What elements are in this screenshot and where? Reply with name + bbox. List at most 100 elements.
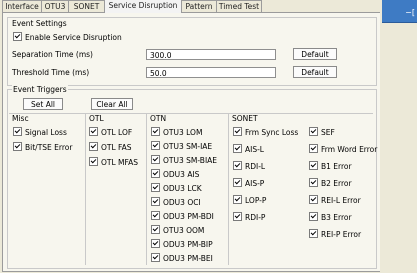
otu3-sm-biae-checkbox[interactable]: OTU3 SM-BIAE: [151, 155, 217, 165]
check-icon: [309, 195, 318, 204]
checkbox-label: OTU3 OOM: [163, 226, 205, 235]
otn-sonet-divider: [228, 113, 229, 265]
tab-interface[interactable]: Interface: [2, 0, 42, 12]
check-icon: [309, 161, 318, 170]
separation-time-input[interactable]: 300.0: [146, 49, 276, 60]
trigger-header-divider: [9, 113, 373, 114]
event-triggers-heading: Event Triggers: [12, 85, 68, 94]
check-icon: [233, 195, 242, 204]
checkbox-label: B2 Error: [321, 179, 352, 188]
side-panel: [380, 0, 417, 273]
enable-service-disruption-checkbox[interactable]: Enable Service Disruption: [13, 32, 122, 42]
checkbox-label: OTL FAS: [101, 143, 132, 152]
otl-fas-checkbox[interactable]: OTL FAS: [89, 142, 132, 152]
sonet-heading: SONET: [232, 114, 258, 123]
otl-mfas-checkbox[interactable]: OTL MFAS: [89, 157, 138, 167]
checkbox-label: B3 Error: [321, 213, 352, 222]
check-icon: [309, 229, 318, 238]
checkbox-label: ODU3 PM-BEI: [163, 254, 213, 263]
checkbox-label: OTU3 SM-BIAE: [163, 156, 218, 165]
service-disruption-panel: Event Settings Enable Service Disruption…: [2, 12, 381, 272]
odu3-pm-bei-checkbox[interactable]: ODU3 PM-BEI: [151, 253, 213, 263]
check-icon: [233, 212, 242, 221]
check-icon: [309, 127, 318, 136]
separation-default-button[interactable]: Default: [293, 48, 337, 60]
b2-error-checkbox[interactable]: B2 Error: [309, 178, 352, 188]
ais-l-checkbox[interactable]: AIS-L: [233, 144, 264, 154]
check-icon: [151, 141, 160, 150]
checkbox-label: RDI-L: [245, 162, 266, 171]
otl-heading: OTL: [89, 114, 104, 123]
checkbox-label: ODU3 LCK: [163, 184, 202, 193]
frm-sync-loss-checkbox[interactable]: Frm Sync Loss: [233, 127, 298, 137]
checkbox-label: AIS-L: [245, 145, 264, 154]
threshold-default-button[interactable]: Default: [293, 66, 337, 78]
odu3-oci-checkbox[interactable]: ODU3 OCI: [151, 197, 201, 207]
checkbox-label: REI-P Error: [321, 230, 362, 239]
odu3-pm-bdi-checkbox[interactable]: ODU3 PM-BDI: [151, 211, 214, 221]
otl-lof-checkbox[interactable]: OTL LOF: [89, 127, 132, 137]
lop-p-checkbox[interactable]: LOP-P: [233, 195, 266, 205]
otl-otn-divider: [146, 113, 147, 265]
checkbox-label: Bit/TSE Error: [25, 143, 73, 152]
check-icon: [89, 157, 98, 166]
event-settings-heading: Event Settings: [12, 19, 67, 28]
check-icon: [151, 169, 160, 178]
tab-otu3[interactable]: OTU3: [41, 0, 69, 12]
rei-p-error-checkbox[interactable]: REI-P Error: [309, 229, 361, 239]
rdi-l-checkbox[interactable]: RDI-L: [233, 161, 265, 171]
clear-all-button[interactable]: Clear All: [91, 98, 133, 110]
misc-otl-divider: [85, 113, 86, 265]
check-icon: [151, 127, 160, 136]
signal-loss-checkbox[interactable]: Signal Loss: [13, 127, 67, 137]
set-all-button[interactable]: Set All: [23, 98, 63, 110]
checkbox-label: SEF: [321, 128, 335, 137]
otu3-lom-checkbox[interactable]: OTU3 LOM: [151, 127, 202, 137]
checkbox-label: Frm Word Error: [321, 145, 378, 154]
bit-tse-error-checkbox[interactable]: Bit/TSE Error: [13, 142, 72, 152]
sef-checkbox[interactable]: SEF: [309, 127, 335, 137]
check-icon: [151, 155, 160, 164]
otn-heading: OTN: [150, 114, 167, 123]
rdi-p-checkbox[interactable]: RDI-P: [233, 212, 265, 222]
check-icon: [233, 161, 242, 170]
tab-pattern[interactable]: Pattern: [181, 0, 217, 12]
check-icon: [151, 253, 160, 262]
checkbox-label: Signal Loss: [25, 128, 67, 137]
enable-service-disruption-label: Enable Service Disruption: [25, 33, 122, 42]
check-icon: [233, 178, 242, 187]
checkbox-label: OTU3 LOM: [163, 128, 203, 137]
ais-p-checkbox[interactable]: AIS-P: [233, 178, 264, 188]
tab-service-disruption[interactable]: Service Disruption: [104, 0, 182, 13]
checkbox-label: REI-L Error: [321, 196, 361, 205]
otu3-oom-checkbox[interactable]: OTU3 OOM: [151, 225, 204, 235]
otu3-sm-iae-checkbox[interactable]: OTU3 SM-IAE: [151, 141, 212, 151]
check-icon: [309, 212, 318, 221]
odu3-ais-checkbox[interactable]: ODU3 AIS: [151, 169, 199, 179]
check-icon: [233, 144, 242, 153]
checkbox-label: OTU3 SM-IAE: [163, 142, 213, 151]
checkbox-label: ODU3 OCI: [163, 198, 201, 207]
rei-l-error-checkbox[interactable]: REI-L Error: [309, 195, 361, 205]
side-window-titlebar[interactable]: −[: [382, 0, 417, 23]
odu3-lck-checkbox[interactable]: ODU3 LCK: [151, 183, 202, 193]
b1-error-checkbox[interactable]: B1 Error: [309, 161, 352, 171]
check-icon: [151, 197, 160, 206]
tab-sonet[interactable]: SONET: [68, 0, 105, 12]
checkbox-label: RDI-P: [245, 213, 266, 222]
b3-error-checkbox[interactable]: B3 Error: [309, 212, 352, 222]
check-icon: [151, 211, 160, 220]
check-icon: [151, 183, 160, 192]
tab-timed-test[interactable]: Timed Test: [216, 0, 262, 12]
checkbox-label: Frm Sync Loss: [245, 128, 299, 137]
separation-time-label: Separation Time (ms): [12, 50, 93, 59]
checkbox-label: ODU3 AIS: [163, 170, 200, 179]
checkbox-label: B1 Error: [321, 162, 352, 171]
odu3-pm-bip-checkbox[interactable]: ODU3 PM-BIP: [151, 239, 213, 249]
threshold-time-input[interactable]: 50.0: [146, 67, 276, 78]
frm-word-error-checkbox[interactable]: Frm Word Error: [309, 144, 377, 154]
misc-heading: Misc: [12, 114, 29, 123]
side-window-label: −[: [405, 8, 415, 17]
check-icon: [309, 178, 318, 187]
checkbox-label: ODU3 PM-BIP: [163, 240, 213, 249]
